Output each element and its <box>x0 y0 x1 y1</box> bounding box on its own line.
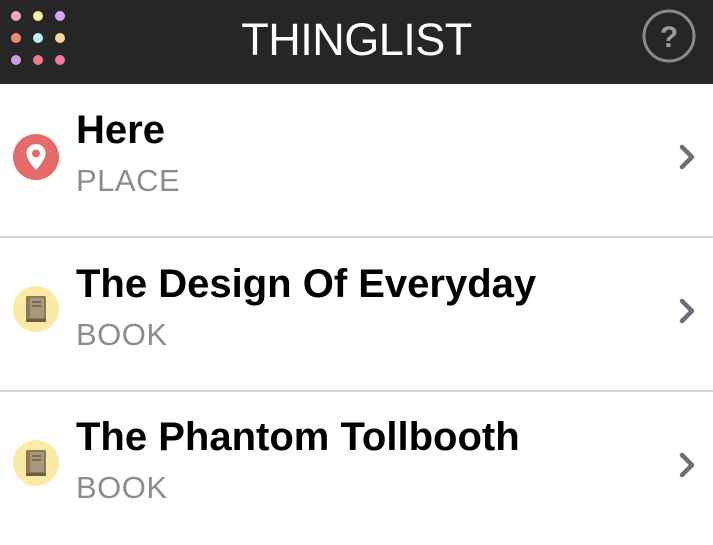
help-icon[interactable]: ? <box>642 9 696 63</box>
list-item[interactable]: The Design Of Everyday BOOK <box>0 238 713 391</box>
item-kind: BOOK <box>76 317 168 352</box>
app-title: THINGLIST <box>241 14 472 65</box>
item-kind: PLACE <box>76 163 181 198</box>
thing-list: Here PLACE The Design Of Everyday BOOK T… <box>0 84 713 545</box>
item-title: The Phantom Tollbooth <box>76 415 520 459</box>
list-item[interactable]: Here PLACE <box>0 84 713 237</box>
help-label: ? <box>660 21 678 54</box>
book-icon <box>13 286 59 332</box>
location-pin-icon <box>13 134 59 180</box>
app-header: THINGLIST ? <box>0 0 713 84</box>
item-title: The Design Of Everyday <box>76 262 537 306</box>
chevron-right-icon <box>679 298 695 324</box>
chevron-right-icon <box>679 452 695 478</box>
book-icon <box>13 440 59 486</box>
item-title: Here <box>76 108 165 152</box>
chevron-right-icon <box>679 144 695 170</box>
item-kind: BOOK <box>76 470 168 505</box>
list-item[interactable]: The Phantom Tollbooth BOOK <box>0 392 713 545</box>
